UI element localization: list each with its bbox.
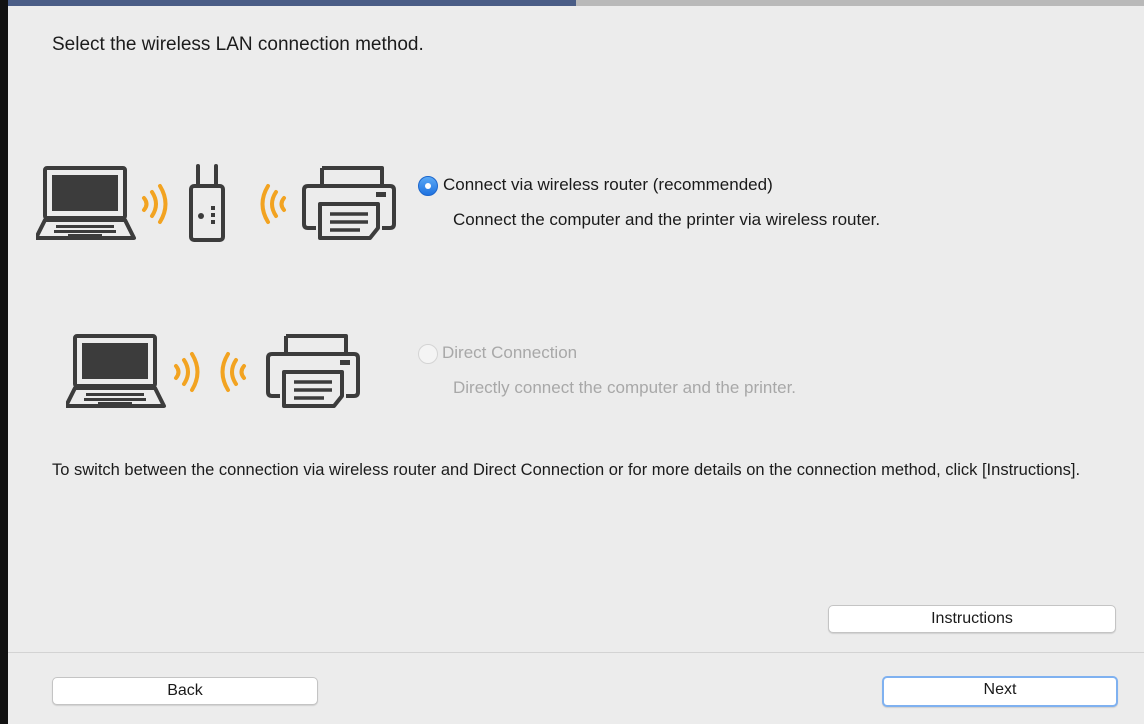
page-title: Select the wireless LAN connection metho… (52, 34, 424, 55)
window-edge (0, 0, 8, 724)
router-connection-illustration (36, 162, 406, 244)
option-direct-connection-label[interactable]: Direct Connection (442, 343, 577, 363)
footer-divider (8, 652, 1144, 653)
laptop-icon (66, 334, 166, 408)
printer-icon (302, 166, 396, 240)
laptop-icon (36, 166, 136, 240)
option-wireless-router-label[interactable]: Connect via wireless router (recommended… (443, 175, 773, 195)
wifi-waves-icon (220, 352, 246, 392)
wifi-waves-icon (260, 184, 286, 224)
setup-progress-fill (8, 0, 576, 6)
direct-connection-illustration (66, 330, 366, 412)
back-button[interactable]: Back (52, 677, 318, 705)
instructions-note: To switch between the connection via wir… (52, 461, 1081, 479)
wifi-waves-icon (142, 184, 168, 224)
router-icon (189, 164, 225, 242)
wifi-waves-icon (174, 352, 200, 392)
option-wireless-router-description: Connect the computer and the printer via… (453, 210, 881, 229)
setup-progress-bar (8, 0, 1144, 6)
radio-wireless-router[interactable] (418, 176, 438, 196)
next-button[interactable]: Next (882, 676, 1118, 707)
radio-direct-connection[interactable] (418, 344, 438, 364)
printer-icon (266, 334, 360, 408)
instructions-button[interactable]: Instructions (828, 605, 1116, 633)
option-direct-connection-description: Directly connect the computer and the pr… (453, 378, 797, 397)
